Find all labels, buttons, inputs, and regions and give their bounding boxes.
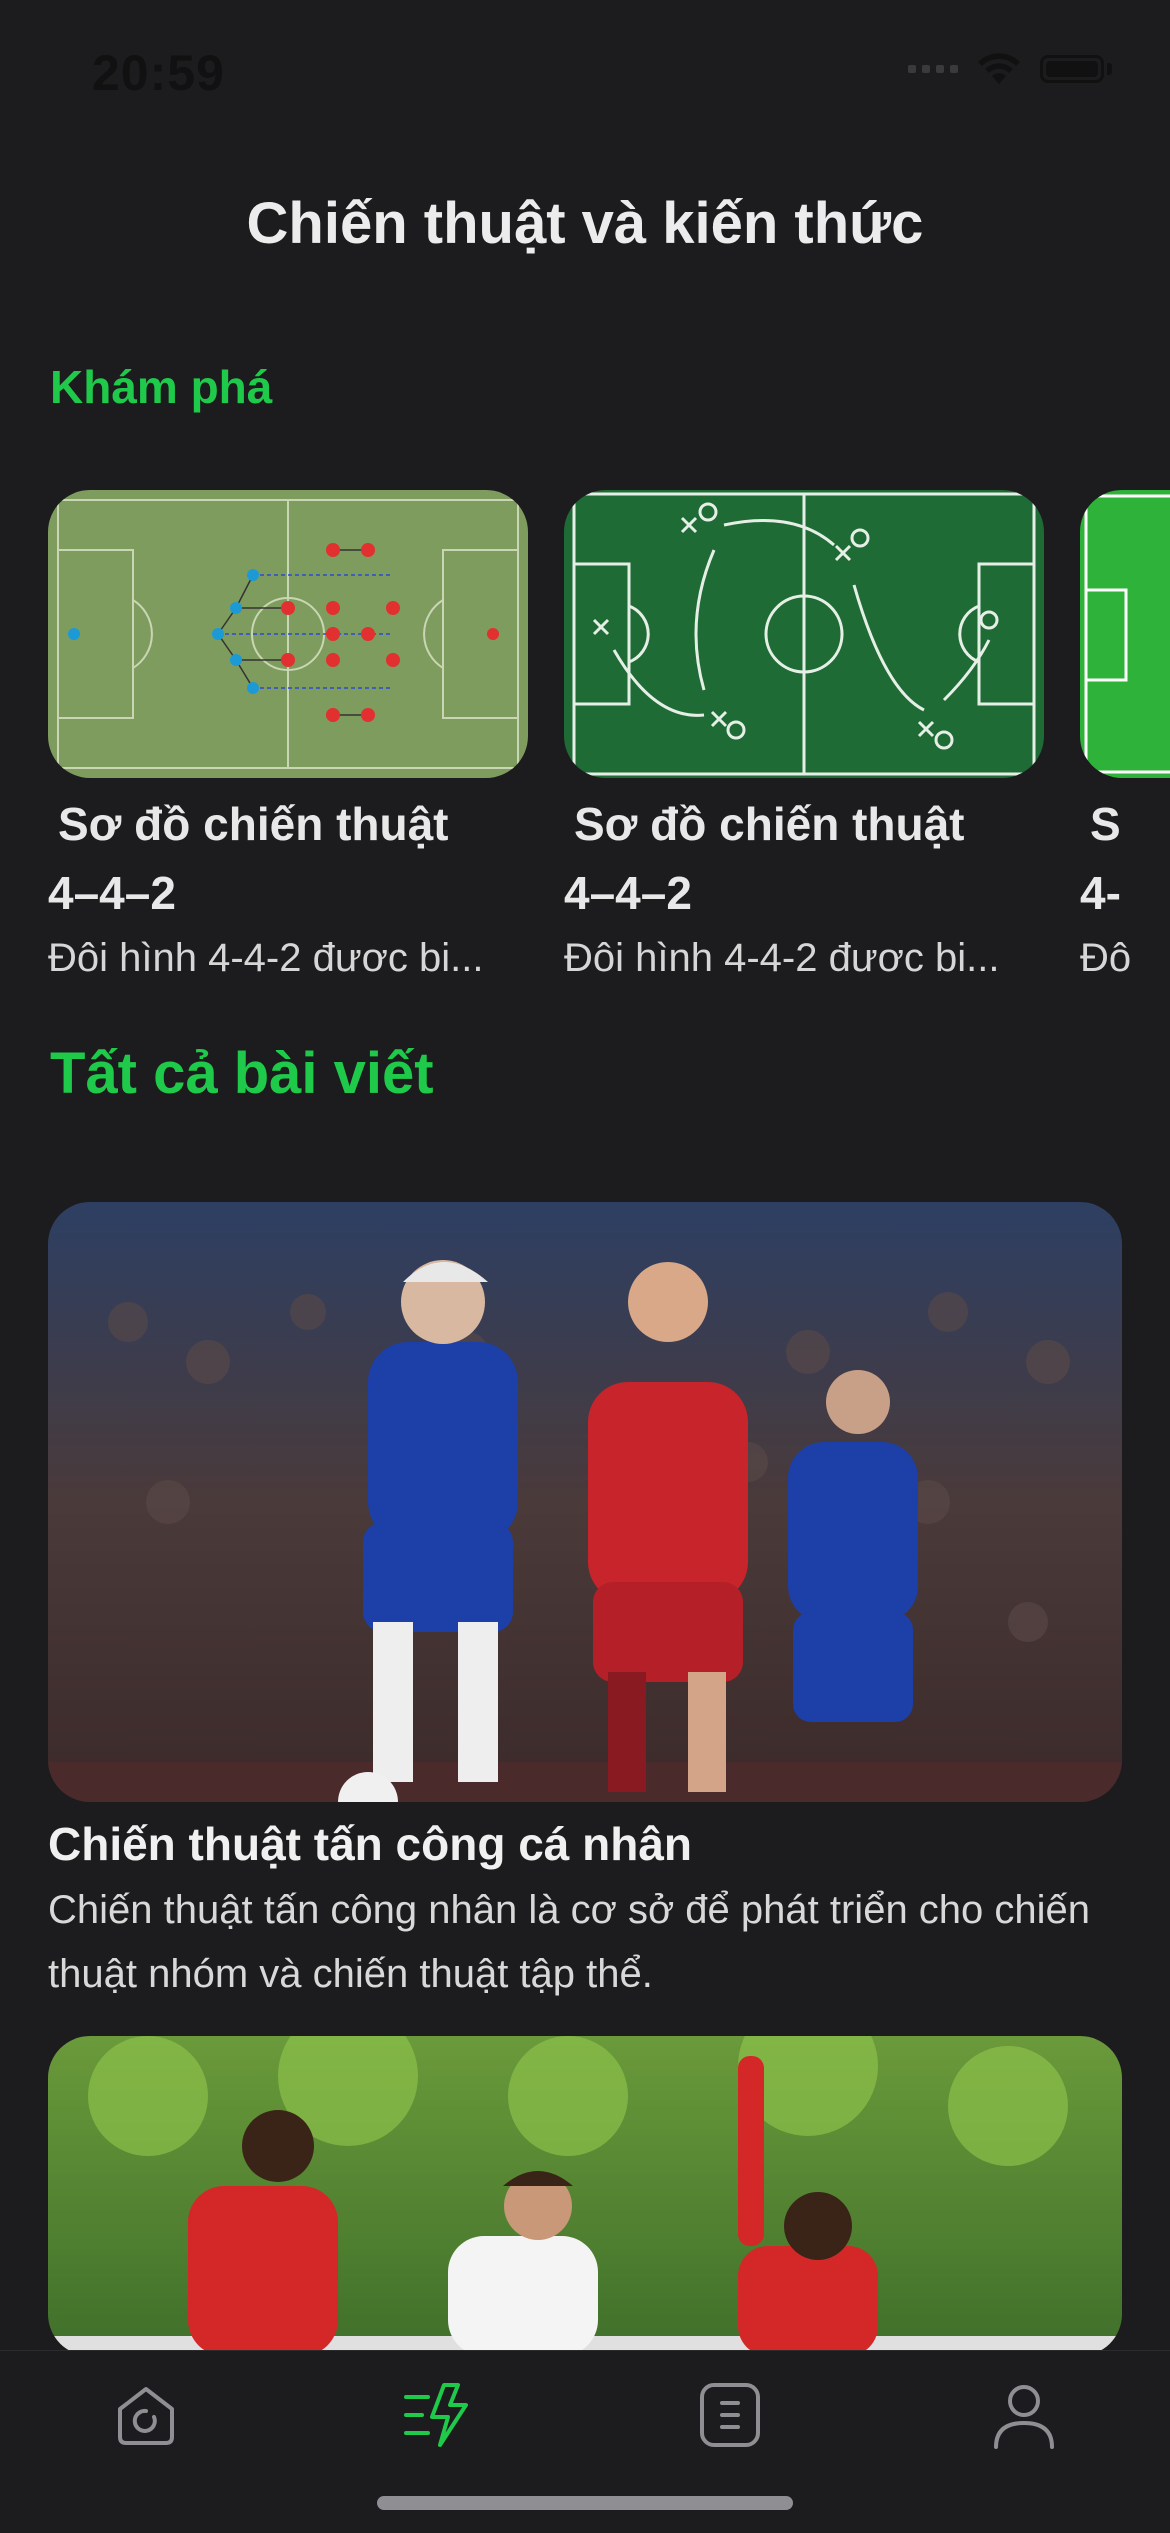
explore-card[interactable]: S 4- Đô (1080, 490, 1170, 988)
status-bar: 20:59 (0, 0, 1170, 150)
formation-diagram-image (48, 490, 528, 778)
explore-heading: Khám phá (50, 361, 273, 413)
tactics-icon (404, 2383, 468, 2447)
page-title: Chiến thuật và kiến thức (246, 191, 924, 256)
article-icon (700, 2383, 760, 2447)
article-title: Chiến thuật tấn công cá nhân (48, 1818, 693, 1870)
cellular-signal-icon (908, 65, 958, 73)
home-indicator (377, 2496, 793, 2510)
card-description: Đôi hình 4-4-2 đươc bi... (564, 936, 1000, 980)
card-title: Sơ đồ chiến thuật (574, 798, 965, 850)
tab-profile[interactable] (984, 2375, 1064, 2455)
battery-icon (1040, 55, 1104, 83)
card-title: S (1090, 798, 1121, 850)
article-description: Chiến thuật tấn công nhân là cơ sở để ph… (48, 1888, 1091, 1996)
status-time: 20:59 (92, 45, 225, 101)
chalkboard-tactics-image (564, 490, 1044, 778)
profile-icon (994, 2385, 1054, 2449)
article-photo (48, 1202, 1122, 1802)
status-icons (908, 52, 1112, 86)
tab-tactics[interactable] (398, 2375, 478, 2455)
wifi-icon (978, 53, 1020, 84)
explore-carousel[interactable]: Sơ đồ chiến thuật 4–4–2 Đôi hình 4-4-2 đ… (0, 490, 1170, 990)
card-description: Đô (1080, 936, 1132, 980)
card-title-formation: 4–4–2 (564, 867, 692, 919)
tab-articles[interactable] (690, 2375, 770, 2455)
card-description: Đôi hình 4-4-2 đươc bi... (48, 936, 484, 980)
article-card[interactable]: Chiến thuật tấn công cá nhân Chiến thuật… (48, 1202, 1122, 2006)
explore-card[interactable]: Sơ đồ chiến thuật 4–4–2 Đôi hình 4-4-2 đ… (48, 490, 528, 988)
tab-home[interactable] (106, 2375, 186, 2455)
pitch-image (1080, 490, 1170, 778)
card-title-formation: 4–4–2 (48, 867, 176, 919)
home-icon (118, 2387, 174, 2445)
explore-card[interactable]: Sơ đồ chiến thuật 4–4–2 Đôi hình 4-4-2 đ… (564, 490, 1044, 988)
card-title-formation: 4- (1080, 867, 1121, 919)
article-photo (48, 2036, 1122, 2356)
all-posts-heading: Tất cả bài viết (50, 1041, 434, 1106)
article-card[interactable] (48, 2036, 1122, 2356)
card-title: Sơ đồ chiến thuật (58, 798, 449, 850)
